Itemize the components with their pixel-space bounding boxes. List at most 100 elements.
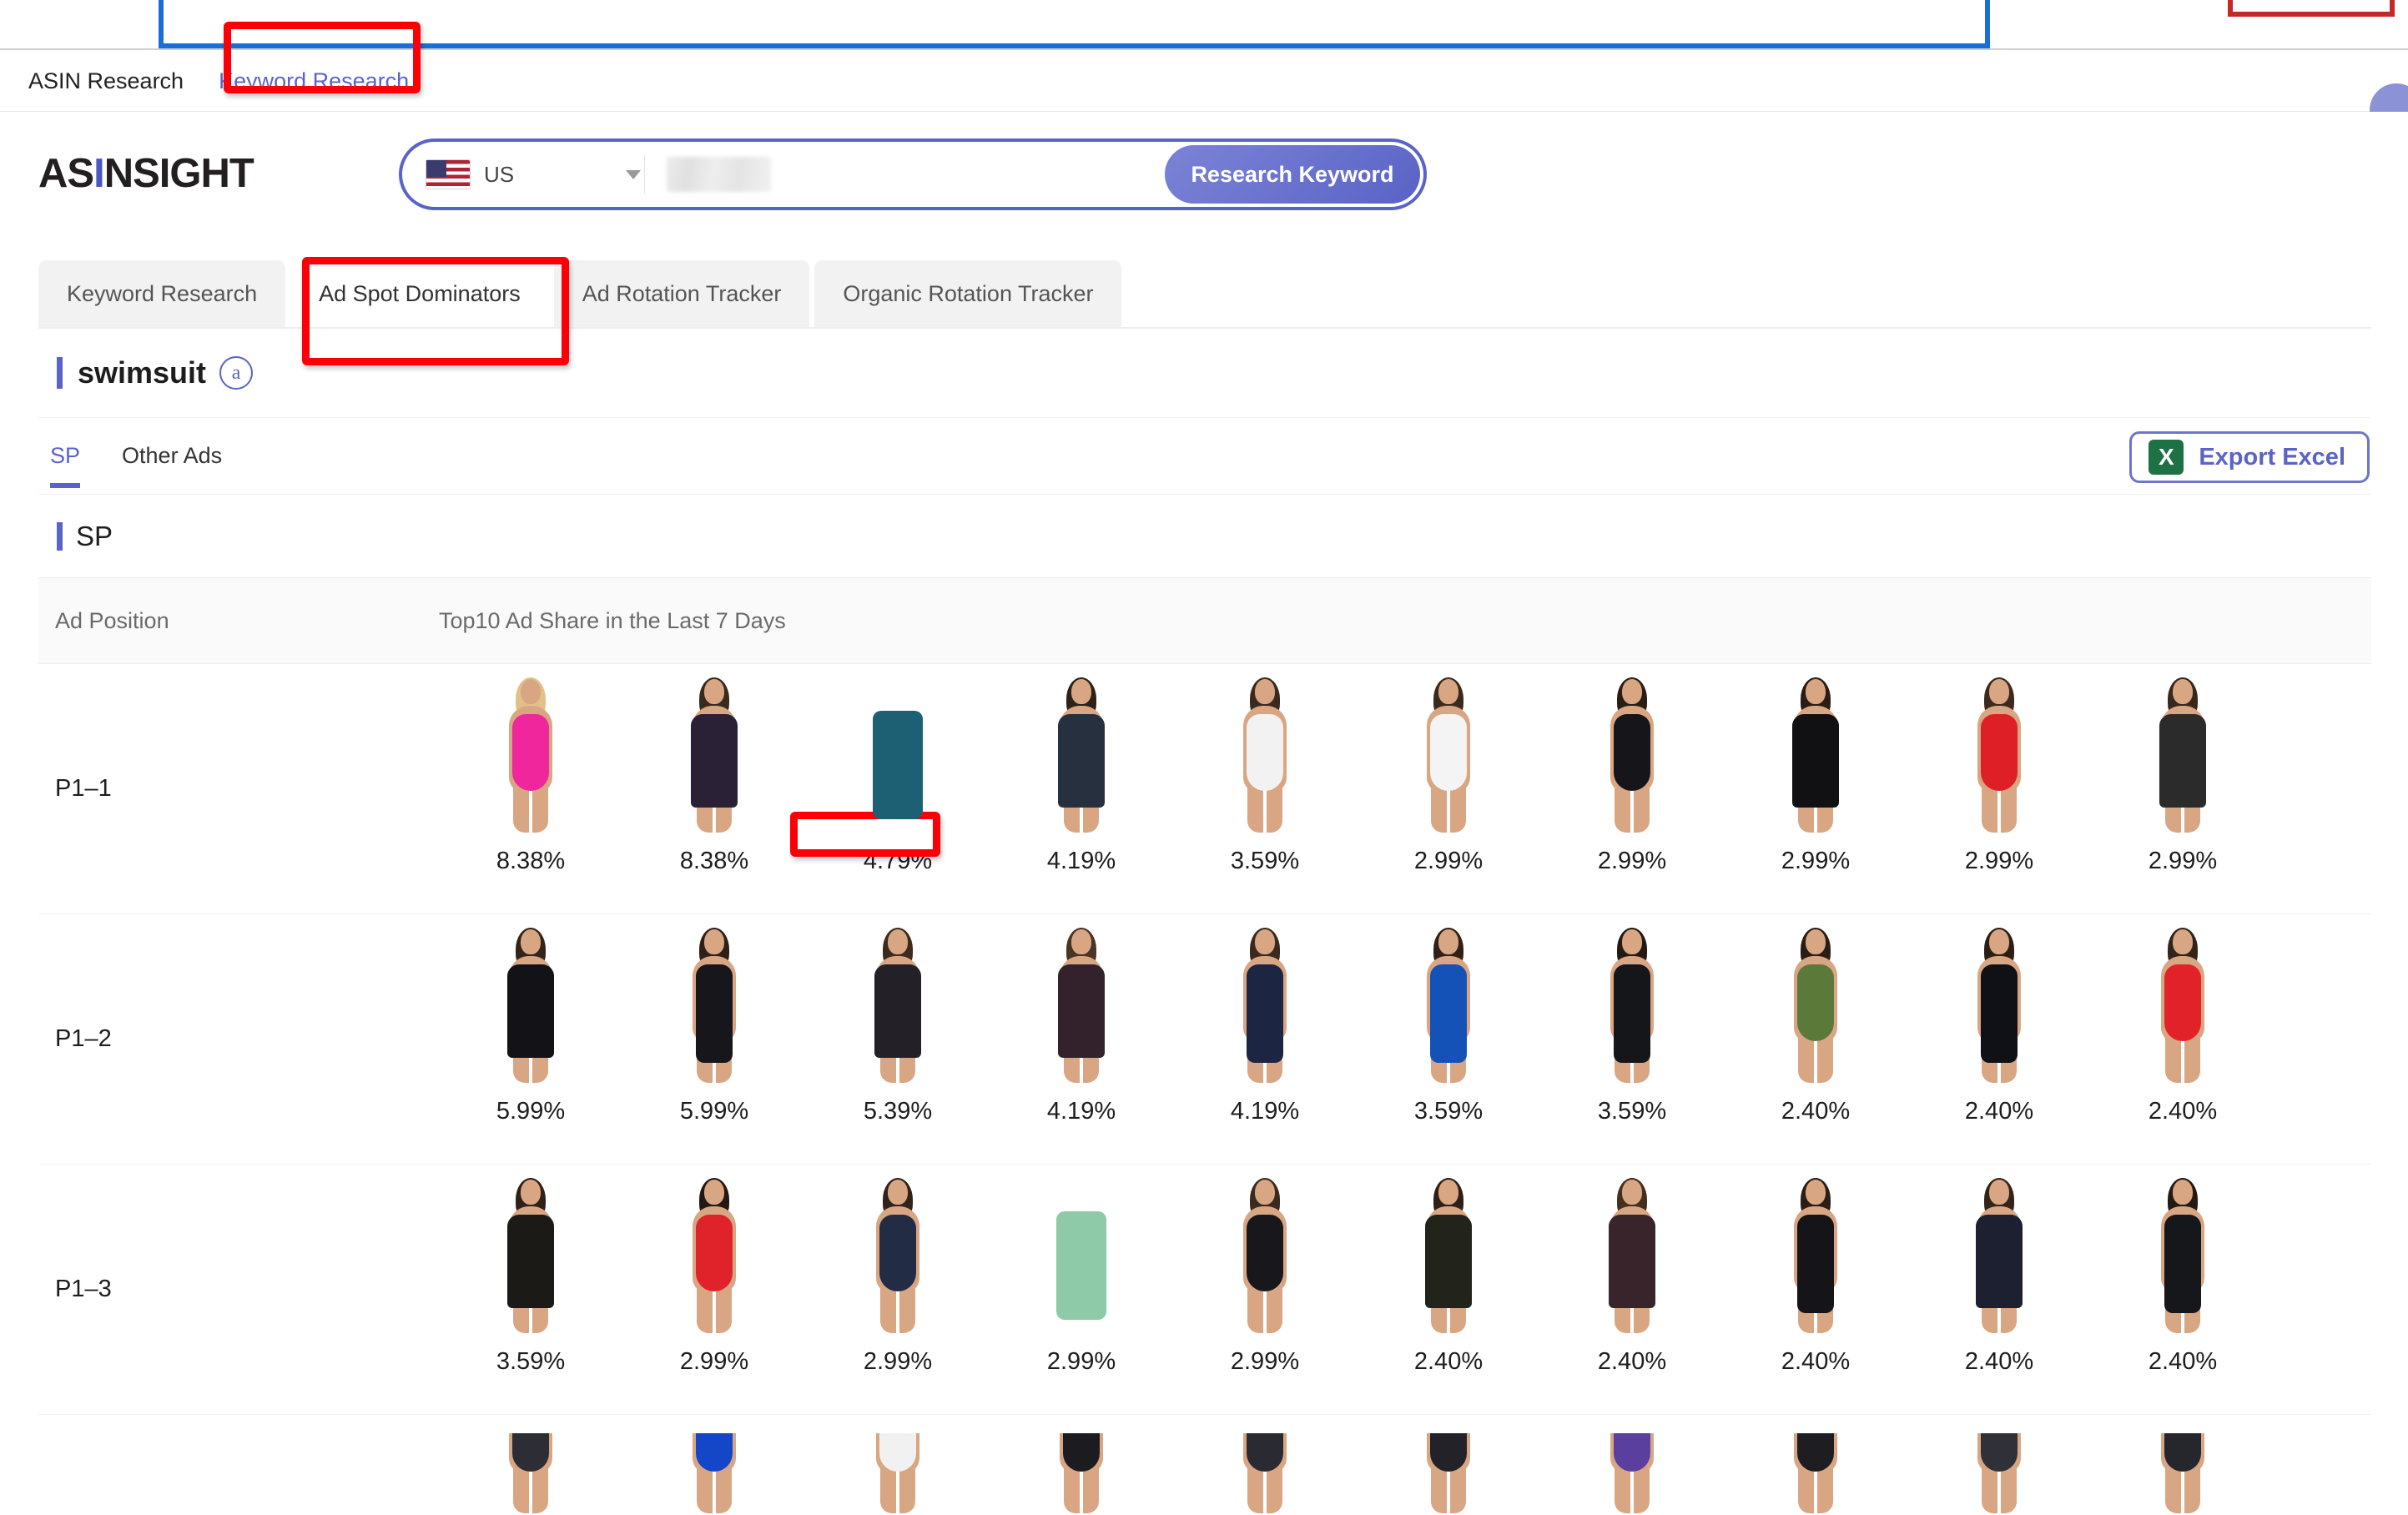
product-figure (1776, 1178, 1856, 1333)
nav-item-keyword-research[interactable]: Keyword Research (219, 69, 409, 93)
product-thumbnail[interactable] (1376, 1175, 1521, 1333)
product-thumbnail[interactable] (2110, 1175, 2255, 1333)
product-thumbnail[interactable] (825, 1175, 970, 1333)
subtab-organic-rotation-tracker[interactable]: Organic Rotation Tracker (814, 260, 1122, 327)
ad-share-cell[interactable]: 2.40% (1724, 1175, 1907, 1376)
product-thumbnail[interactable] (1927, 1175, 2072, 1333)
product-thumbnail[interactable] (1009, 1433, 1154, 1513)
ad-share-cell[interactable] (439, 1433, 622, 1513)
ad-share-value: 2.40% (1413, 1348, 1484, 1375)
ad-share-cell[interactable]: 2.40% (2091, 924, 2275, 1125)
research-keyword-button[interactable]: Research Keyword (1165, 145, 1420, 204)
marketplace-select[interactable]: US (402, 142, 644, 207)
product-thumbnail[interactable] (642, 1433, 787, 1513)
ad-share-cell[interactable]: 8.38% (622, 674, 806, 875)
product-thumbnail[interactable] (458, 924, 603, 1083)
ad-share-cell[interactable]: 2.99% (2091, 674, 2275, 875)
product-garment (696, 1215, 733, 1291)
search-input[interactable] (645, 142, 1165, 207)
product-thumbnail[interactable] (1559, 674, 1705, 833)
ad-share-cell[interactable]: 4.19% (1173, 924, 1357, 1125)
ad-share-cell[interactable]: 2.99% (1357, 674, 1540, 875)
ad-share-cell[interactable]: 3.59% (1173, 674, 1357, 875)
product-thumbnail[interactable] (825, 924, 970, 1083)
product-thumbnail[interactable] (642, 674, 787, 833)
ad-share-cell[interactable] (1907, 1433, 2091, 1513)
ad-share-cell[interactable] (990, 1433, 1173, 1513)
ad-share-cell[interactable] (1173, 1433, 1357, 1513)
export-excel-button[interactable]: X Export Excel (2129, 431, 2370, 483)
ad-share-cell[interactable] (806, 1433, 990, 1513)
subtab-ad-rotation-tracker[interactable]: Ad Rotation Tracker (553, 260, 810, 327)
product-thumbnail[interactable] (1009, 674, 1154, 833)
ad-share-cell[interactable]: 3.59% (439, 1175, 622, 1376)
ad-share-cell[interactable]: 2.99% (990, 1175, 1173, 1376)
product-thumbnail[interactable] (458, 1175, 603, 1333)
ad-share-cell[interactable]: 2.40% (1540, 1175, 1724, 1376)
ad-share-cell[interactable]: 2.99% (1173, 1175, 1357, 1376)
ad-share-cell[interactable]: 2.99% (622, 1175, 806, 1376)
product-thumbnail[interactable] (825, 1433, 970, 1513)
product-thumbnail[interactable] (1192, 1433, 1337, 1513)
ad-share-cell[interactable]: 5.99% (439, 924, 622, 1125)
ad-share-cell[interactable]: 2.40% (1907, 1175, 2091, 1376)
product-thumbnail[interactable] (1927, 674, 2072, 833)
ad-share-cell[interactable]: 4.19% (990, 924, 1173, 1125)
ad-share-cell[interactable]: 2.99% (806, 1175, 990, 1376)
product-thumbnail[interactable] (1192, 674, 1337, 833)
ad-share-cell[interactable]: 4.19% (990, 674, 1173, 875)
ad-share-cell[interactable] (2091, 1433, 2275, 1513)
product-thumbnail[interactable] (642, 1175, 787, 1333)
ad-share-cell[interactable]: 4.79% (806, 674, 990, 875)
ad-share-cell[interactable] (1357, 1433, 1540, 1513)
product-thumbnail[interactable] (1192, 924, 1337, 1083)
product-garment (2164, 1215, 2201, 1313)
subtab-ad-spot-dominators[interactable]: Ad Spot Dominators (290, 260, 549, 327)
product-thumbnail[interactable] (1743, 924, 1888, 1083)
tab-other-ads[interactable]: Other Ads (122, 418, 222, 495)
product-thumbnail[interactable] (1927, 1433, 2072, 1513)
product-thumbnail[interactable] (1376, 924, 1521, 1083)
product-garment (874, 964, 921, 1058)
ad-share-cell[interactable]: 2.40% (1357, 1175, 1540, 1376)
product-thumbnail[interactable] (1376, 674, 1521, 833)
ad-share-cell[interactable]: 3.59% (1357, 924, 1540, 1125)
subtab-keyword-research[interactable]: Keyword Research (38, 260, 286, 327)
product-thumbnail[interactable] (1009, 924, 1154, 1083)
ad-share-cell[interactable] (622, 1433, 806, 1513)
ad-share-cell[interactable]: 2.40% (2091, 1175, 2275, 1376)
ad-share-value: 2.99% (1964, 848, 2034, 874)
ad-share-cell[interactable]: 2.40% (1724, 924, 1907, 1125)
tab-sp[interactable]: SP (50, 418, 81, 495)
product-thumbnail[interactable] (1009, 1175, 1154, 1333)
ad-share-cell[interactable] (1540, 1433, 1724, 1513)
product-thumbnail[interactable] (1192, 1175, 1337, 1333)
product-thumbnail[interactable] (1743, 674, 1888, 833)
ad-share-cell[interactable]: 2.40% (1907, 924, 2091, 1125)
ad-share-cell[interactable]: 8.38% (439, 674, 622, 875)
ad-share-cell[interactable]: 5.99% (622, 924, 806, 1125)
figure-head (1438, 679, 1458, 704)
product-thumbnail[interactable] (2110, 924, 2255, 1083)
ad-share-cell[interactable]: 5.39% (806, 924, 990, 1125)
product-thumbnail[interactable] (1927, 924, 2072, 1083)
product-thumbnail[interactable] (1559, 1175, 1705, 1333)
product-thumbnail[interactable] (2110, 674, 2255, 833)
product-thumbnail[interactable] (825, 674, 970, 833)
ad-share-cell[interactable]: 2.99% (1724, 674, 1907, 875)
amazon-badge-icon: a (219, 356, 254, 390)
product-thumbnail[interactable] (2110, 1433, 2255, 1513)
ad-share-cell[interactable]: 2.99% (1907, 674, 2091, 875)
product-thumbnail[interactable] (458, 1433, 603, 1513)
product-thumbnail[interactable] (1743, 1433, 1888, 1513)
product-thumbnail[interactable] (1743, 1175, 1888, 1333)
product-thumbnail[interactable] (1376, 1433, 1521, 1513)
product-thumbnail[interactable] (1559, 1433, 1705, 1513)
product-thumbnail[interactable] (642, 924, 787, 1083)
ad-share-cell[interactable]: 2.99% (1540, 674, 1724, 875)
nav-item-asin-research[interactable]: ASIN Research (28, 69, 184, 93)
ad-share-cell[interactable] (1724, 1433, 1907, 1513)
ad-share-cell[interactable]: 3.59% (1540, 924, 1724, 1125)
product-thumbnail[interactable] (1559, 924, 1705, 1083)
product-thumbnail[interactable] (458, 674, 603, 833)
